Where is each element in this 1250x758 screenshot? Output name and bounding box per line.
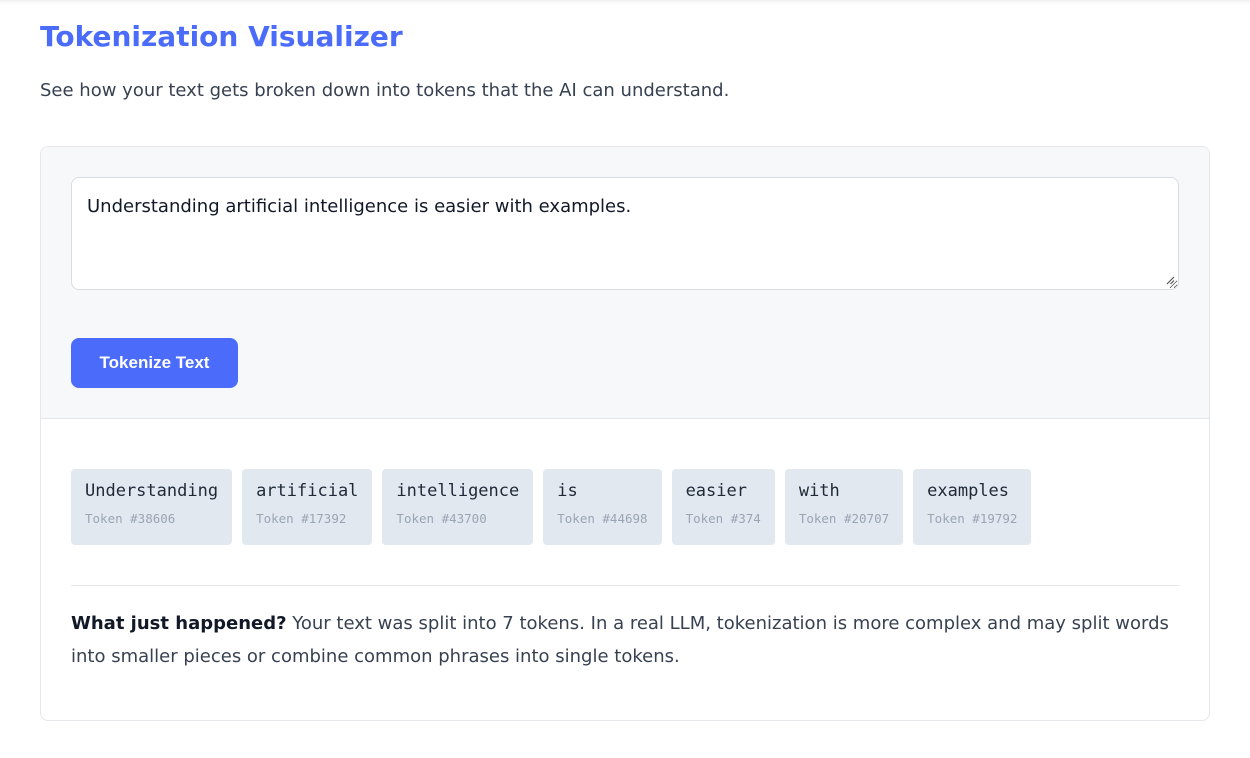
token-text: is [557,481,578,501]
page: Tokenization Visualizer See how your tex… [0,0,1250,758]
token-text: artificial [256,481,359,501]
token-id: Token #374 [685,511,761,526]
input-section: Understanding artificial intelligence is… [41,147,1209,419]
token-text: with [798,481,840,501]
token-chip: is Token #44698 [543,469,662,545]
token-id: Token #38606 [85,511,176,526]
token-chip: with Token #20707 [784,469,904,545]
token-text: intelligence [396,481,520,501]
token-text: examples [927,481,1010,501]
token-chip: intelligence Token #43700 [382,469,534,545]
token-chip: Understanding Token #38606 [71,469,233,545]
token-chip: easier Token #374 [671,469,775,545]
token-id: Token #44698 [557,511,648,526]
token-text: easier [685,481,747,501]
divider [71,585,1179,586]
token-chip: examples Token #19792 [913,469,1032,545]
page-title: Tokenization Visualizer [40,20,403,53]
explanation-text: What just happened? Your text was split … [71,607,1181,673]
text-input[interactable]: Understanding artificial intelligence is… [71,177,1179,290]
page-subtitle: See how your text gets broken down into … [40,80,730,101]
token-chip: artificial Token #17392 [242,469,373,545]
resize-handle-icon[interactable] [1165,275,1175,285]
explanation-heading: What just happened? [71,613,287,634]
token-id: Token #43700 [396,511,487,526]
tokenizer-card: Understanding artificial intelligence is… [40,146,1210,721]
token-list: Understanding Token #38606 artificial To… [71,469,1032,545]
token-id: Token #17392 [256,511,347,526]
token-id: Token #20707 [798,511,890,526]
token-id: Token #19792 [927,511,1018,526]
tokenize-button[interactable]: Tokenize Text [71,338,238,388]
token-text: Understanding [85,481,219,501]
